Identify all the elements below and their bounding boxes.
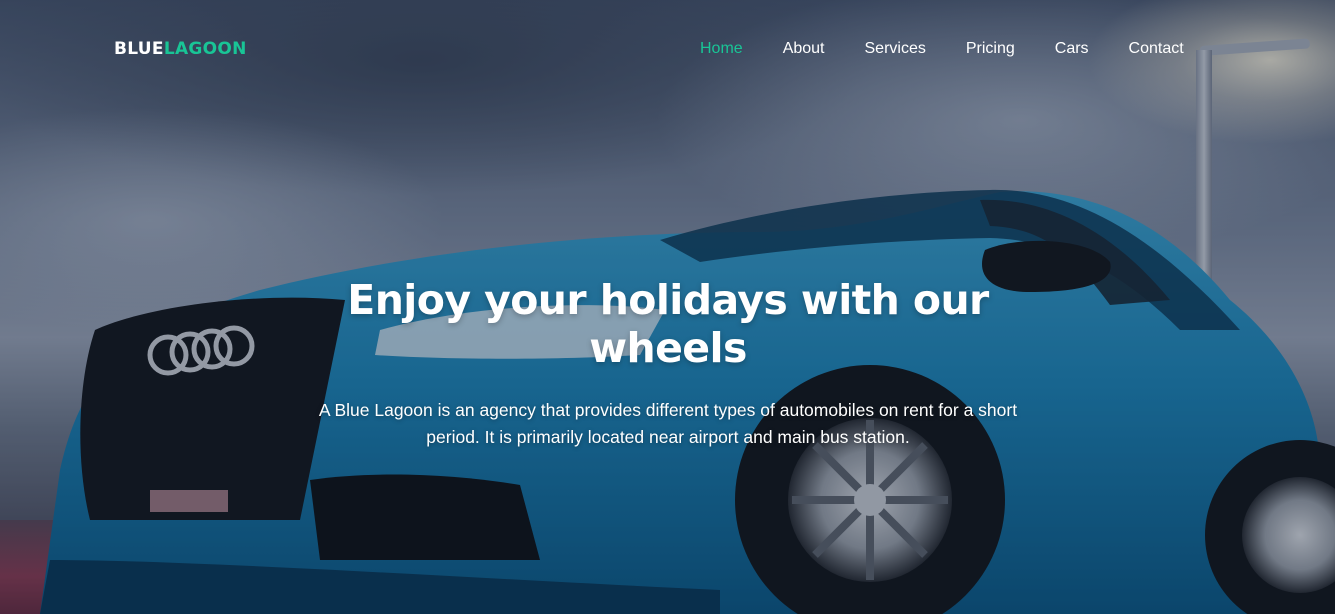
- brand-logo-part1: BLUE: [114, 39, 164, 59]
- hero-description: A Blue Lagoon is an agency that provides…: [318, 400, 1018, 447]
- top-navigation: BLUELAGOON Home About Services Pricing C…: [0, 0, 1335, 100]
- hero-headline: Enjoy your holidays with our wheels: [347, 276, 989, 372]
- nav-link-home[interactable]: Home: [700, 40, 743, 58]
- brand-logo[interactable]: BLUELAGOON: [114, 39, 247, 59]
- brand-logo-part2: LAGOON: [163, 39, 247, 59]
- nav-link-about[interactable]: About: [783, 40, 825, 58]
- nav-link-pricing[interactable]: Pricing: [966, 40, 1015, 58]
- nav-link-cars[interactable]: Cars: [1055, 40, 1089, 58]
- nav-link-services[interactable]: Services: [865, 40, 926, 58]
- nav-link-contact[interactable]: Contact: [1129, 40, 1184, 58]
- nav-menu: Home About Services Pricing Cars Contact: [700, 40, 1224, 58]
- hero-section: BLUELAGOON Home About Services Pricing C…: [0, 0, 1335, 614]
